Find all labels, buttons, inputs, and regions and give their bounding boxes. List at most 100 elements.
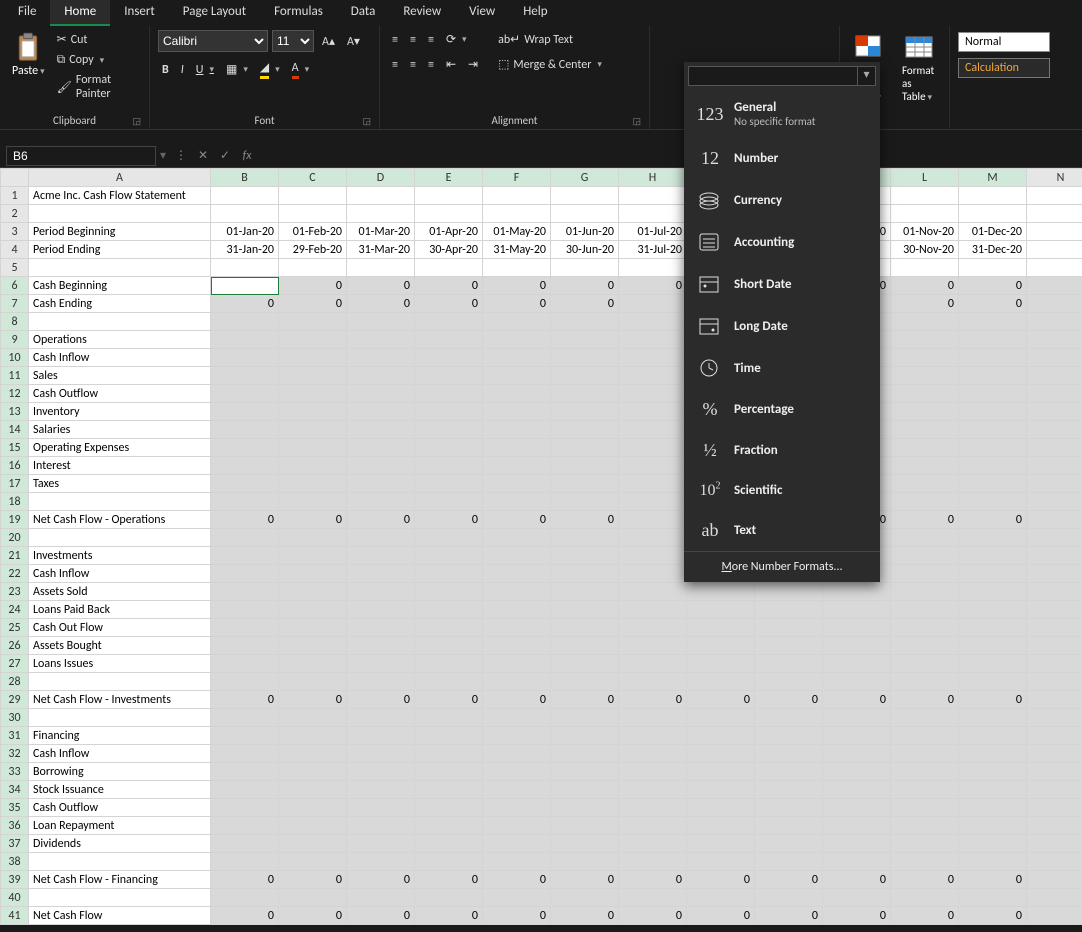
row-header-20[interactable]: 20 (1, 529, 29, 547)
cell-K31[interactable] (823, 727, 891, 745)
cell-A12[interactable]: Cash Outflow (29, 385, 211, 403)
cell-A1[interactable]: Acme Inc. Cash Flow Statement (29, 187, 211, 205)
cell-N1[interactable] (1027, 187, 1082, 205)
row-header-8[interactable]: 8 (1, 313, 29, 331)
cell-I31[interactable] (687, 727, 755, 745)
cell-C23[interactable] (279, 583, 347, 601)
row-header-14[interactable]: 14 (1, 421, 29, 439)
cell-B1[interactable] (211, 187, 279, 205)
cell-E19[interactable]: 0 (415, 511, 483, 529)
cell-G36[interactable] (551, 817, 619, 835)
cell-F22[interactable] (483, 565, 551, 583)
cell-D29[interactable]: 0 (347, 691, 415, 709)
cell-A8[interactable] (29, 313, 211, 331)
cell-C9[interactable] (279, 331, 347, 349)
cell-F31[interactable] (483, 727, 551, 745)
cell-C2[interactable] (279, 205, 347, 223)
cell-N15[interactable] (1027, 439, 1082, 457)
cell-D37[interactable] (347, 835, 415, 853)
borders-button[interactable]: ▦ (222, 60, 252, 79)
cell-N40[interactable] (1027, 889, 1082, 907)
cell-J32[interactable] (755, 745, 823, 763)
cell-F9[interactable] (483, 331, 551, 349)
cell-G22[interactable] (551, 565, 619, 583)
row-header-4[interactable]: 4 (1, 241, 29, 259)
cell-N12[interactable] (1027, 385, 1082, 403)
cell-B34[interactable] (211, 781, 279, 799)
cell-L29[interactable]: 0 (891, 691, 959, 709)
cell-M11[interactable] (959, 367, 1027, 385)
cell-B30[interactable] (211, 709, 279, 727)
cell-M17[interactable] (959, 475, 1027, 493)
cell-L9[interactable] (891, 331, 959, 349)
cell-C4[interactable]: 29-Feb-20 (279, 241, 347, 259)
cell-C39[interactable]: 0 (279, 871, 347, 889)
cell-B5[interactable] (211, 259, 279, 277)
cell-G35[interactable] (551, 799, 619, 817)
cell-H35[interactable] (619, 799, 687, 817)
cell-E4[interactable]: 30-Apr-20 (415, 241, 483, 259)
cell-A11[interactable]: Sales (29, 367, 211, 385)
cell-E8[interactable] (415, 313, 483, 331)
cell-J38[interactable] (755, 853, 823, 871)
cell-E21[interactable] (415, 547, 483, 565)
cell-D34[interactable] (347, 781, 415, 799)
cell-M37[interactable] (959, 835, 1027, 853)
number-format-accounting[interactable]: Accounting (684, 221, 880, 263)
cell-F34[interactable] (483, 781, 551, 799)
cell-H33[interactable] (619, 763, 687, 781)
cell-F35[interactable] (483, 799, 551, 817)
cell-N19[interactable] (1027, 511, 1082, 529)
copy-button[interactable]: ⧉Copy (53, 51, 141, 69)
cell-A20[interactable] (29, 529, 211, 547)
cell-D4[interactable]: 31-Mar-20 (347, 241, 415, 259)
cell-N11[interactable] (1027, 367, 1082, 385)
cell-D23[interactable] (347, 583, 415, 601)
cell-F17[interactable] (483, 475, 551, 493)
cell-L36[interactable] (891, 817, 959, 835)
cell-G34[interactable] (551, 781, 619, 799)
row-header-29[interactable]: 29 (1, 691, 29, 709)
cell-H21[interactable] (619, 547, 687, 565)
cell-E15[interactable] (415, 439, 483, 457)
cell-D2[interactable] (347, 205, 415, 223)
cell-I25[interactable] (687, 619, 755, 637)
cell-J23[interactable] (755, 583, 823, 601)
cell-L15[interactable] (891, 439, 959, 457)
cell-E16[interactable] (415, 457, 483, 475)
cell-F26[interactable] (483, 637, 551, 655)
cell-F33[interactable] (483, 763, 551, 781)
row-header-7[interactable]: 7 (1, 295, 29, 313)
cell-L38[interactable] (891, 853, 959, 871)
cell-I23[interactable] (687, 583, 755, 601)
cell-B20[interactable] (211, 529, 279, 547)
cell-A13[interactable]: Inventory (29, 403, 211, 421)
cell-C29[interactable]: 0 (279, 691, 347, 709)
cell-M18[interactable] (959, 493, 1027, 511)
cell-K23[interactable] (823, 583, 891, 601)
cell-F24[interactable] (483, 601, 551, 619)
col-header-A[interactable]: A (29, 169, 211, 187)
cell-M1[interactable] (959, 187, 1027, 205)
select-all-corner[interactable] (1, 169, 29, 187)
cell-H23[interactable] (619, 583, 687, 601)
number-format-percentage[interactable]: %Percentage (684, 389, 880, 430)
cell-G9[interactable] (551, 331, 619, 349)
cell-style-calculation[interactable]: Calculation (958, 58, 1050, 78)
cell-N33[interactable] (1027, 763, 1082, 781)
row-header-28[interactable]: 28 (1, 673, 29, 691)
cell-L24[interactable] (891, 601, 959, 619)
cell-A35[interactable]: Cash Outflow (29, 799, 211, 817)
cell-H36[interactable] (619, 817, 687, 835)
cell-D20[interactable] (347, 529, 415, 547)
cell-D38[interactable] (347, 853, 415, 871)
cell-K34[interactable] (823, 781, 891, 799)
cell-C30[interactable] (279, 709, 347, 727)
bold-button[interactable]: B (158, 61, 173, 79)
cell-G30[interactable] (551, 709, 619, 727)
row-header-31[interactable]: 31 (1, 727, 29, 745)
cell-A23[interactable]: Assets Sold (29, 583, 211, 601)
cell-C13[interactable] (279, 403, 347, 421)
cell-E30[interactable] (415, 709, 483, 727)
cell-G24[interactable] (551, 601, 619, 619)
